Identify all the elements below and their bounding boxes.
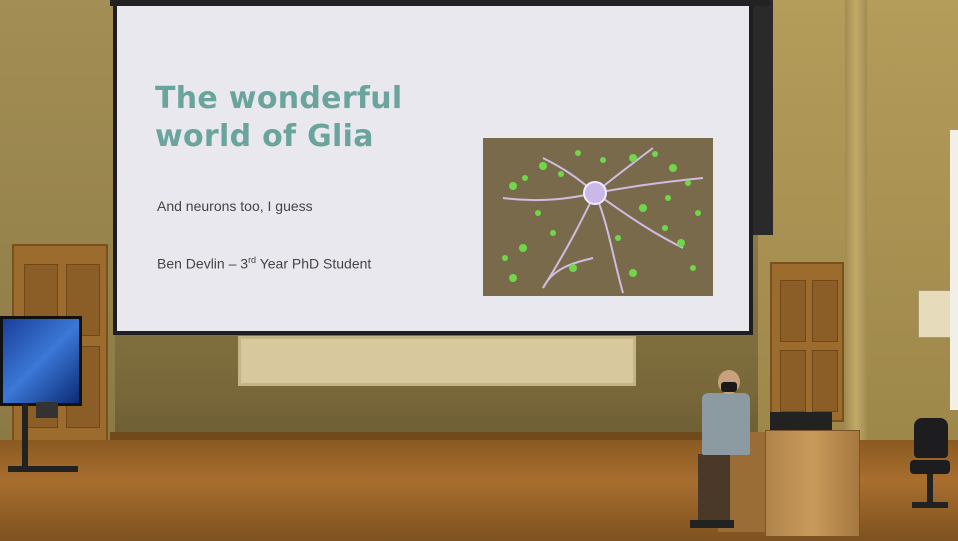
author-name: Ben Devlin – 3 bbox=[157, 255, 249, 272]
projection-screen: The wonderful world of Glia And neurons … bbox=[113, 0, 753, 335]
glia-cell-image bbox=[483, 138, 713, 296]
right-door bbox=[770, 262, 844, 422]
speaker-shoes bbox=[690, 520, 734, 528]
podium-monitor bbox=[770, 412, 832, 432]
lecture-hall: The wonderful world of Glia And neurons … bbox=[0, 0, 958, 541]
slide-title: The wonderful world of Glia bbox=[155, 80, 403, 156]
slide-title-line1: The wonderful bbox=[155, 81, 403, 116]
wall-sign bbox=[918, 290, 954, 338]
wall-pillar bbox=[845, 0, 867, 470]
author-role: Year PhD Student bbox=[256, 255, 372, 272]
screen-housing bbox=[753, 0, 773, 235]
slide-author: Ben Devlin – 3rd Year PhD Student bbox=[157, 255, 371, 272]
glia-cell-drawing bbox=[483, 138, 713, 296]
office-chair bbox=[910, 418, 950, 518]
monitor-base bbox=[8, 466, 78, 472]
speaker-shirt bbox=[702, 393, 750, 455]
monitor-stand bbox=[22, 404, 28, 472]
slide-title-line2: world of Glia bbox=[155, 119, 374, 154]
frame-edge bbox=[950, 130, 958, 410]
stand-laptop bbox=[36, 402, 58, 418]
side-monitor bbox=[0, 316, 82, 406]
slide-subtitle: And neurons too, I guess bbox=[157, 198, 313, 214]
author-ordinal: rd bbox=[248, 255, 257, 265]
whiteboard bbox=[238, 336, 636, 386]
side-monitor-screen bbox=[3, 319, 79, 403]
podium bbox=[765, 430, 860, 537]
screen-bar bbox=[110, 0, 770, 6]
speaker-mask bbox=[721, 382, 737, 392]
speaker-legs bbox=[698, 454, 730, 524]
